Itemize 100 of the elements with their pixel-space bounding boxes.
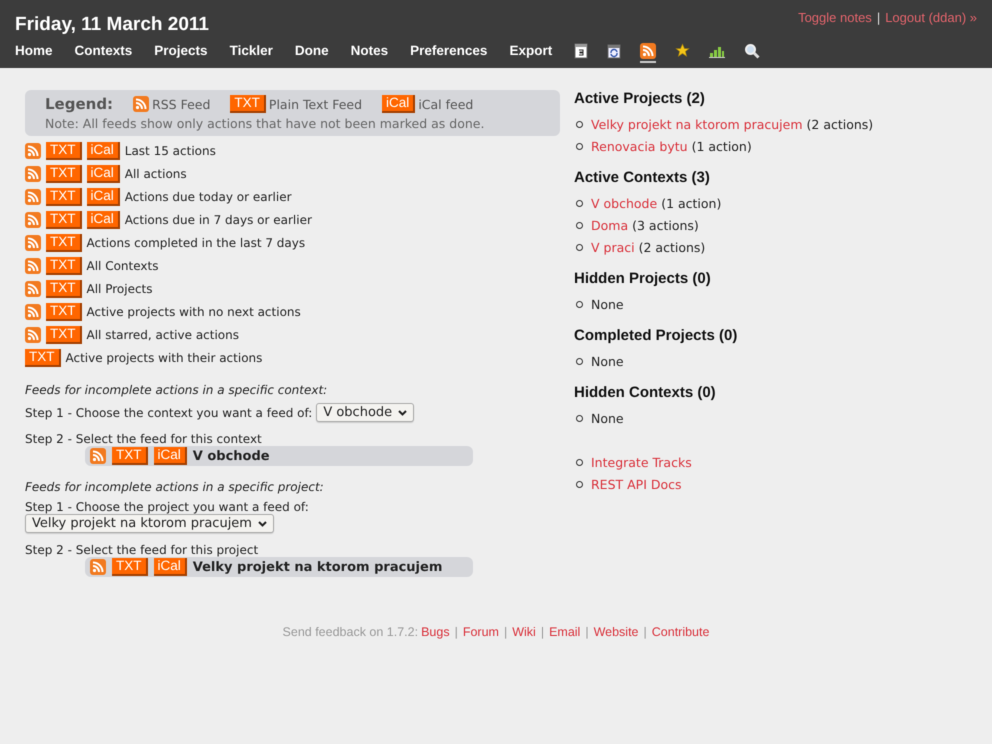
feed-badge-link[interactable]: iCal — [86, 210, 120, 228]
link-separator: | — [454, 625, 458, 639]
rss-icon[interactable] — [25, 166, 41, 182]
link-separator: | — [585, 625, 589, 639]
feed-badge-link[interactable]: TXT — [46, 302, 82, 320]
nav-tab[interactable]: Notes — [350, 42, 388, 62]
sidebar-link[interactable]: V praci — [591, 240, 635, 254]
nav-tab[interactable]: Tickler — [230, 42, 273, 62]
nav-tab[interactable]: Projects — [154, 42, 208, 62]
feed-badge-link[interactable]: TXT — [46, 164, 82, 182]
feed-badge-link[interactable]: TXT — [46, 326, 82, 344]
footer-link[interactable]: Bugs — [421, 625, 450, 639]
rss-icon[interactable] — [25, 212, 41, 228]
feed-label: All actions — [124, 166, 187, 180]
sidebar-heading: Hidden Projects (0) — [574, 270, 712, 287]
legend-label: Plain Text Feed — [268, 96, 362, 112]
dropdown[interactable]: V obchode — [316, 403, 414, 422]
feed-badge-link[interactable]: iCal — [154, 558, 187, 576]
nav-tab[interactable]: Contexts — [74, 42, 132, 62]
sidebar-heading: Completed Projects (0) — [574, 327, 738, 344]
empty-label: None — [591, 354, 624, 368]
section-heading: Feeds for incomplete actions in a specific context: — [25, 383, 328, 397]
feed-label: Actions due in 7 days or earlier — [124, 212, 312, 226]
rss-icon[interactable] — [25, 280, 41, 296]
feed-label: All Contexts — [86, 258, 158, 272]
sidebar-heading: Hidden Contexts (0) — [574, 384, 717, 401]
step-label: Step 1 - Choose the project you want a feed of: — [25, 500, 309, 514]
feed-badge-link[interactable]: iCal — [86, 164, 120, 182]
rss-icon[interactable] — [25, 304, 41, 320]
feed-badge-link[interactable]: iCal — [154, 447, 187, 465]
legend-title: Legend: — [45, 95, 114, 113]
feed-label: All starred, active actions — [86, 328, 240, 342]
empty-label: None — [591, 296, 624, 312]
rss-icon[interactable] — [90, 448, 106, 464]
nav-tab[interactable]: Preferences — [410, 42, 488, 62]
feed-label: Actions completed in the last 7 days — [86, 236, 306, 250]
sidebar-link[interactable]: Velky projekt na ktorom pracujem — [591, 116, 803, 132]
feed-label: Velky projekt na ktorom pracujem — [192, 560, 442, 574]
sidebar-link[interactable]: REST API Docs — [591, 476, 682, 492]
rss-icon[interactable] — [25, 188, 41, 204]
feed-badge: iCal — [382, 95, 416, 113]
section-heading: Feeds for incomplete actions in a specific project: — [25, 480, 325, 494]
footer-link[interactable]: Wiki — [512, 625, 536, 639]
link-separator: | — [540, 625, 544, 639]
feed-label: Active projects with their actions — [66, 350, 262, 364]
page-date: Friday, 11 March 2011 — [15, 14, 209, 36]
rss-icon[interactable] — [90, 559, 106, 575]
sidebar-link[interactable]: Doma — [591, 218, 628, 232]
sidebar-link[interactable]: Integrate Tracks — [591, 454, 692, 470]
rss-icon[interactable] — [25, 234, 41, 250]
header-link[interactable]: Toggle notes — [798, 10, 872, 25]
feed-badge-link[interactable]: TXT — [46, 280, 82, 298]
feed-label: Actions due today or earlier — [124, 190, 292, 204]
feed-badge-link[interactable]: iCal — [86, 142, 120, 160]
dropdown[interactable]: Velky projekt na ktorom pracujem — [25, 514, 274, 533]
empty-label: None — [591, 410, 624, 426]
caret-icon — [398, 410, 408, 416]
rss-icon — [133, 96, 150, 112]
action-count: (1 action) — [661, 196, 722, 210]
sidebar-heading: Active Projects (2) — [574, 90, 706, 107]
footer-link[interactable]: Forum — [462, 625, 499, 639]
rss-icon[interactable] — [25, 142, 41, 158]
feed-badge-link[interactable]: TXT — [46, 234, 82, 252]
nav-tab[interactable]: Done — [294, 42, 329, 62]
feed-badge-link[interactable]: TXT — [46, 142, 82, 160]
legend-note: Note: All feeds show only actions that have not been marked as done. — [45, 116, 486, 131]
rss-icon[interactable] — [25, 326, 41, 342]
footer-link[interactable]: Contribute — [652, 625, 710, 639]
header-link[interactable]: Logout (ddan) » — [885, 10, 977, 25]
feed-badge-link[interactable]: iCal — [86, 188, 120, 206]
step-label: Step 2 - Select the feed for this context — [25, 432, 263, 446]
feed-badge-link[interactable]: TXT — [46, 210, 82, 228]
sidebar-link[interactable]: Renovacia bytu — [591, 138, 688, 154]
step-label: Step 2 - Select the feed for this project — [25, 543, 260, 557]
nav-tab[interactable]: Home — [15, 42, 53, 62]
legend-label: iCal feed — [418, 96, 474, 112]
action-count: (1 action) — [692, 138, 752, 154]
feed-badge-link[interactable]: TXT — [112, 447, 148, 465]
feed-badge-link[interactable]: TXT — [46, 188, 82, 206]
footer-text: Send feedback on 1.7.2: — [282, 625, 418, 639]
caret-icon — [258, 520, 267, 526]
rss-icon[interactable] — [25, 258, 41, 274]
feed-badge-link[interactable]: TXT — [112, 558, 148, 576]
action-count: (2 actions) — [638, 240, 706, 254]
sidebar-heading: Active Contexts (3) — [574, 169, 711, 186]
feed-badge-link[interactable]: TXT — [46, 256, 82, 274]
nav-feed-button[interactable] — [640, 42, 656, 63]
footer-link[interactable]: Website — [594, 625, 639, 639]
step-label: Step 1 - Choose the context you want a feed of: — [25, 406, 312, 420]
feed-label: Last 15 actions — [124, 144, 216, 158]
feed-badge-link[interactable]: TXT — [25, 348, 60, 366]
sidebar-link[interactable]: V obchode — [591, 196, 658, 210]
footer-link[interactable]: Email — [549, 625, 580, 639]
action-count: (3 actions) — [632, 218, 699, 232]
legend-label: RSS Feed — [152, 96, 210, 112]
link-separator: | — [644, 625, 647, 639]
feed-label: All Projects — [86, 282, 152, 296]
link-separator: | — [876, 10, 880, 25]
feed-label: V obchode — [192, 448, 270, 464]
nav-tab[interactable]: Export — [509, 42, 552, 62]
